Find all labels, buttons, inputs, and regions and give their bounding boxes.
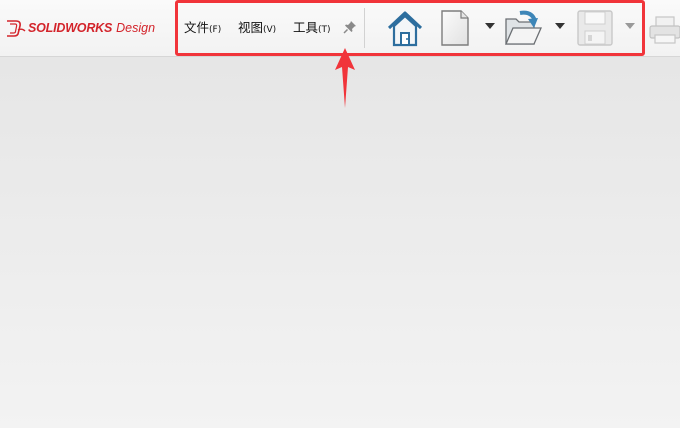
menu-file[interactable]: 文件(F) [184, 19, 221, 37]
menu-view-shortcut: (V) [263, 25, 277, 35]
logo-product: Design [116, 21, 156, 35]
save-dropdown-button[interactable] [624, 22, 636, 30]
open-folder-icon [505, 10, 542, 45]
menu-file-label: 文件 [184, 20, 210, 35]
main-toolbar: SOLIDWORKS Design 文件(F) 视图(V) 工具(T) [0, 0, 680, 57]
menu-tools-label: 工具 [293, 20, 319, 35]
menu-tools[interactable]: 工具(T) [293, 19, 331, 37]
chevron-down-icon [485, 23, 495, 29]
print-button[interactable] [648, 9, 680, 47]
chevron-down-icon [555, 23, 565, 29]
open-button[interactable] [504, 9, 542, 47]
toolbar-separator [364, 8, 365, 48]
new-document-button[interactable] [436, 9, 474, 47]
save-button[interactable] [576, 9, 614, 47]
menu-file-shortcut: (F) [209, 25, 222, 35]
home-icon [387, 11, 423, 47]
home-button[interactable] [386, 9, 424, 47]
menu-tools-shortcut: (T) [318, 25, 331, 35]
logo-text: SOLIDWORKS Design [28, 21, 155, 35]
save-icon [577, 10, 613, 46]
menu-view-label: 视图 [238, 20, 264, 35]
new-dropdown-button[interactable] [484, 22, 496, 30]
solidworks-logo: SOLIDWORKS Design [4, 15, 155, 41]
chevron-down-icon [625, 23, 635, 29]
menu-view[interactable]: 视图(V) [238, 19, 276, 37]
open-dropdown-button[interactable] [554, 22, 566, 30]
new-document-icon [441, 10, 469, 46]
print-icon [649, 16, 680, 44]
ds-logo-icon [7, 20, 26, 37]
logo-brand: SOLIDWORKS [28, 21, 113, 35]
pin-icon[interactable] [342, 19, 358, 35]
